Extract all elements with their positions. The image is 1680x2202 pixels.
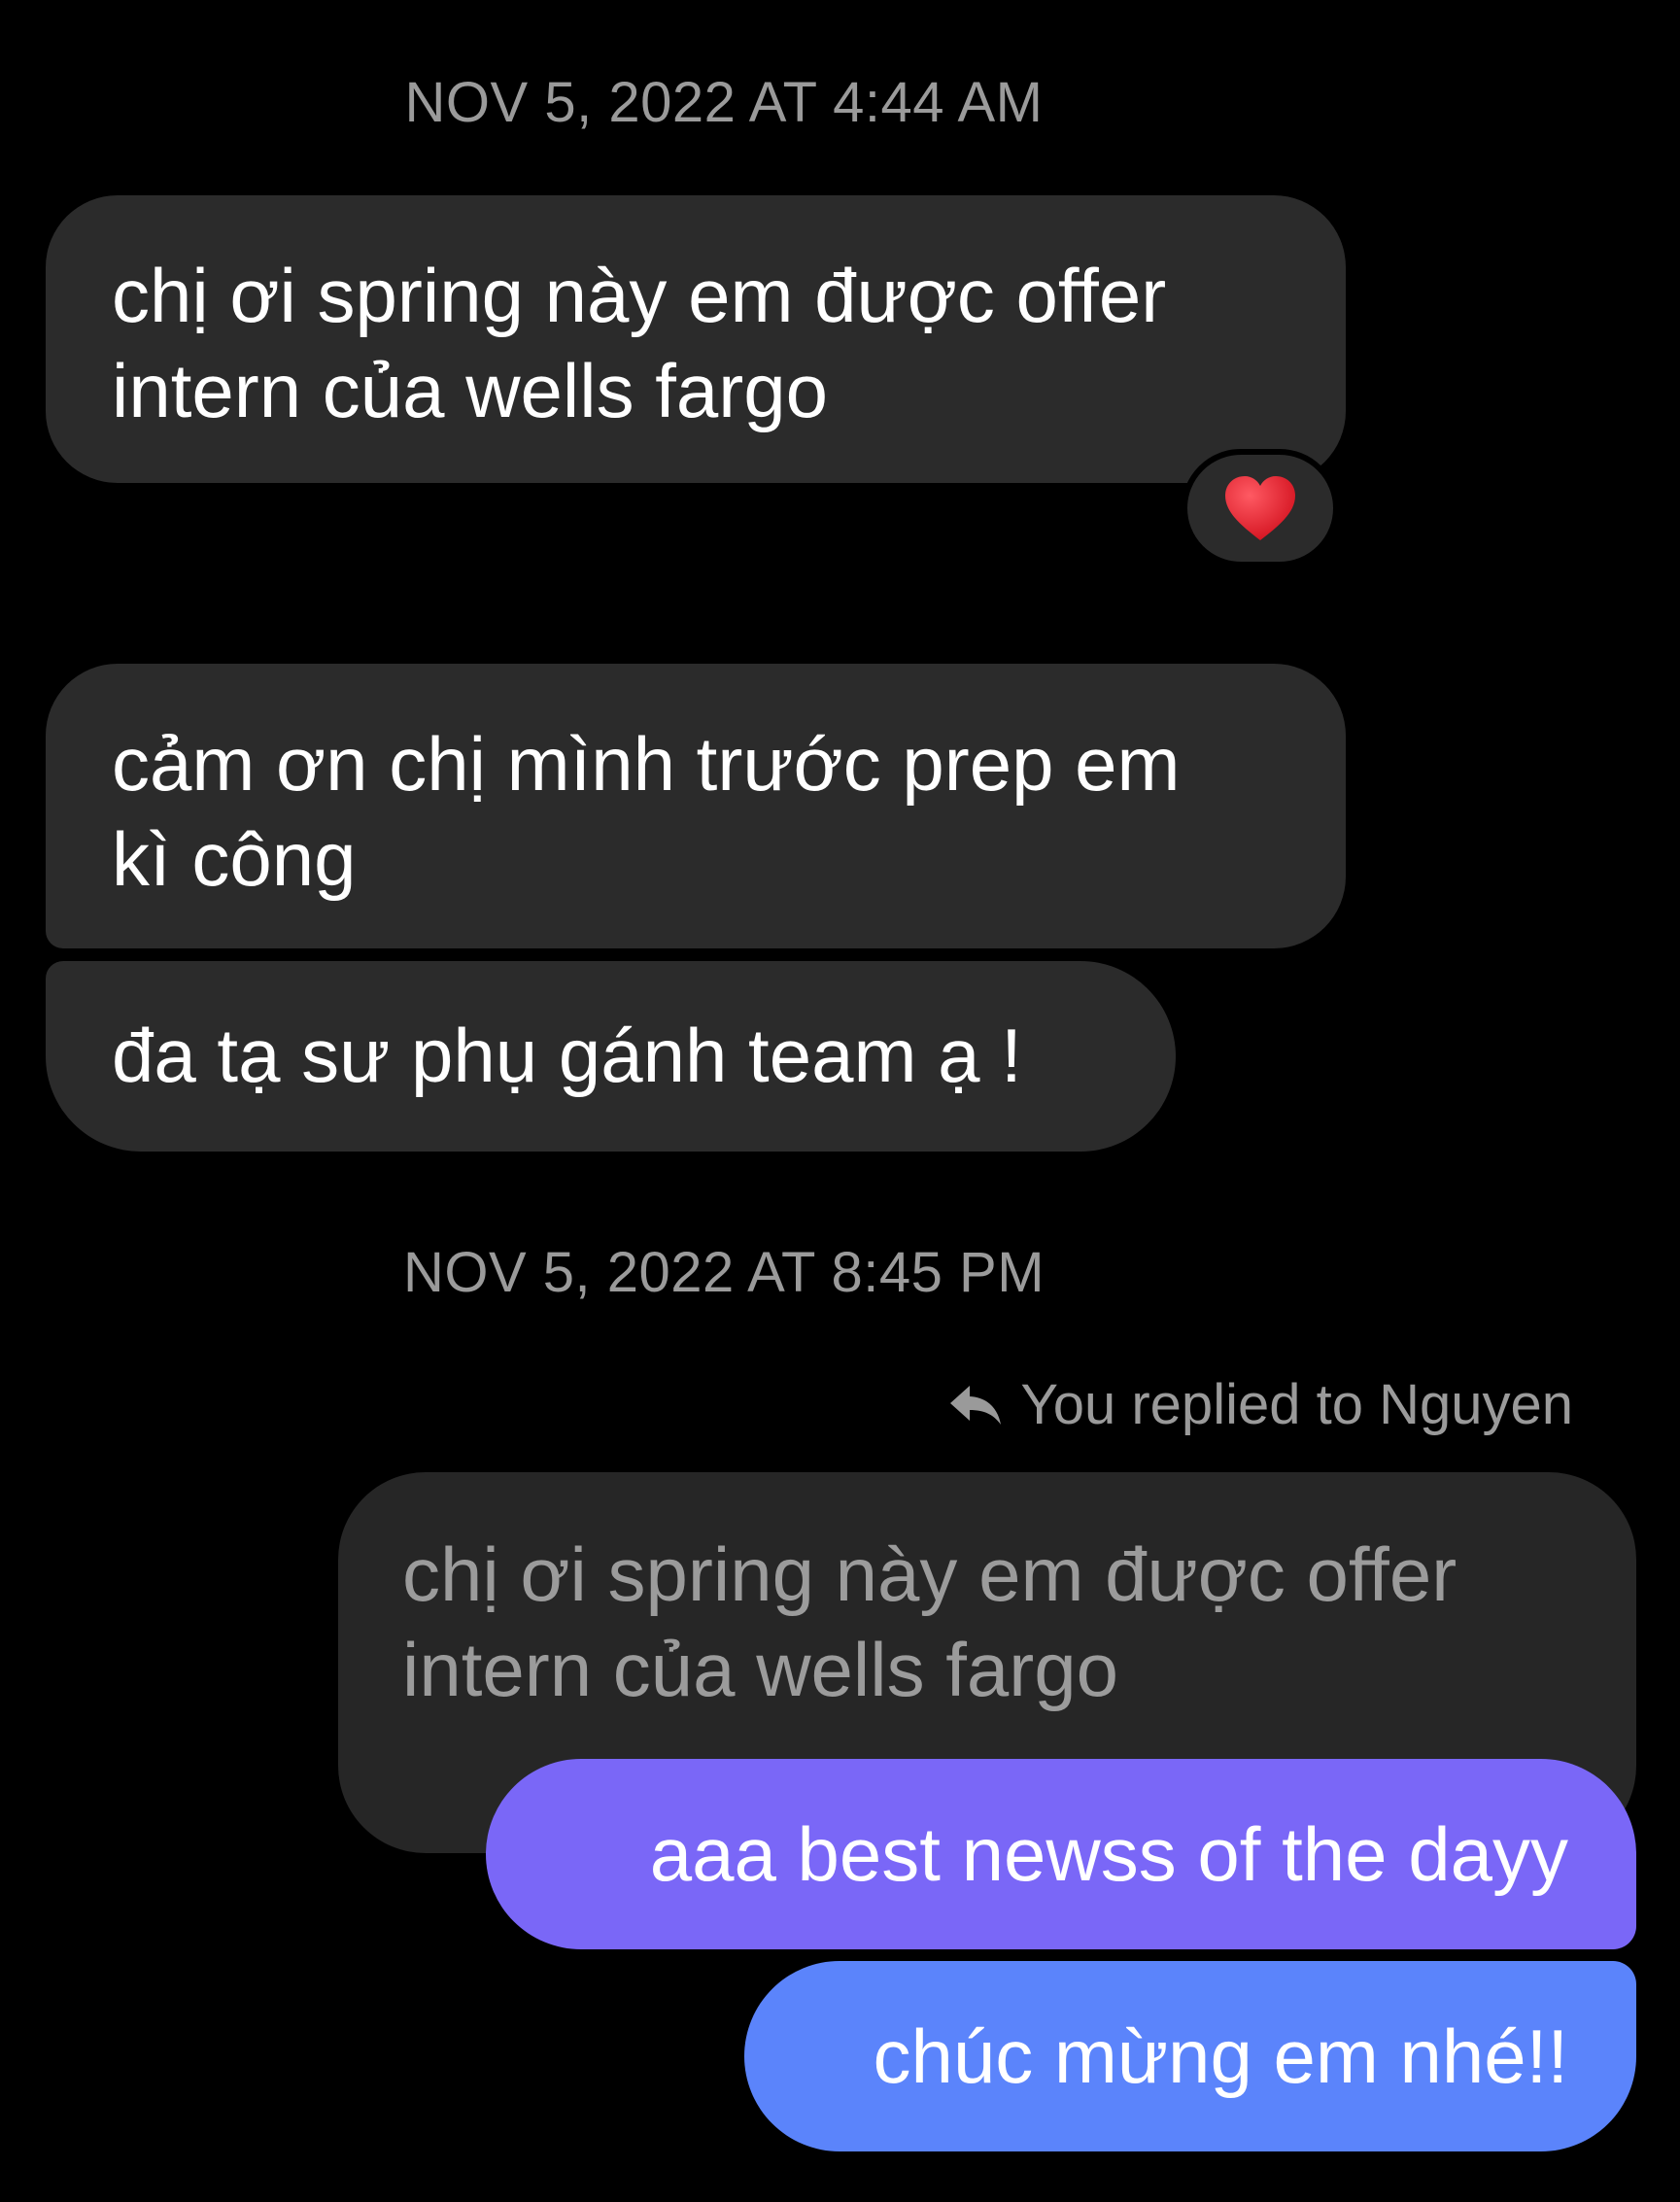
incoming-message-bubble[interactable]: chị ơi spring này em được offer intern c… bbox=[46, 195, 1346, 483]
reply-label-text: You replied to Nguyen bbox=[1020, 1373, 1573, 1436]
reply-arrow-icon bbox=[948, 1382, 1003, 1428]
quoted-text-line: chị ơi spring này em được offer bbox=[402, 1531, 1457, 1617]
timestamp-header: NOV 5, 2022 AT 4:44 AM bbox=[404, 71, 1044, 134]
message-text: chúc mừng em nhé!! bbox=[873, 2013, 1568, 2099]
outgoing-message-bubble[interactable]: chúc mừng em nhé!! bbox=[744, 1961, 1636, 2151]
incoming-message-bubble[interactable]: đa tạ sư phụ gánh team ạ ! bbox=[46, 961, 1176, 1152]
message-text-line: kì công bbox=[112, 816, 357, 902]
message-text-line: cảm ơn chị mình trước prep em bbox=[112, 721, 1181, 807]
outgoing-message-bubble[interactable]: aaa best newss of the dayy bbox=[486, 1759, 1636, 1949]
message-text-line: đa tạ sư phụ gánh team ạ ! bbox=[112, 1013, 1022, 1098]
timestamp-header: NOV 5, 2022 AT 8:45 PM bbox=[402, 1241, 1046, 1304]
reaction-badge[interactable] bbox=[1182, 449, 1339, 568]
incoming-message-bubble[interactable]: cảm ơn chị mình trước prep em kì công bbox=[46, 664, 1346, 948]
heart-icon bbox=[1225, 476, 1295, 540]
quoted-text-line: intern của wells fargo bbox=[402, 1627, 1119, 1712]
reply-indicator: You replied to Nguyen bbox=[948, 1372, 1573, 1437]
message-text-line: chị ơi spring này em được offer bbox=[112, 253, 1167, 338]
message-text-line: intern của wells fargo bbox=[112, 348, 829, 433]
message-text: aaa best newss of the dayy bbox=[649, 1811, 1568, 1897]
